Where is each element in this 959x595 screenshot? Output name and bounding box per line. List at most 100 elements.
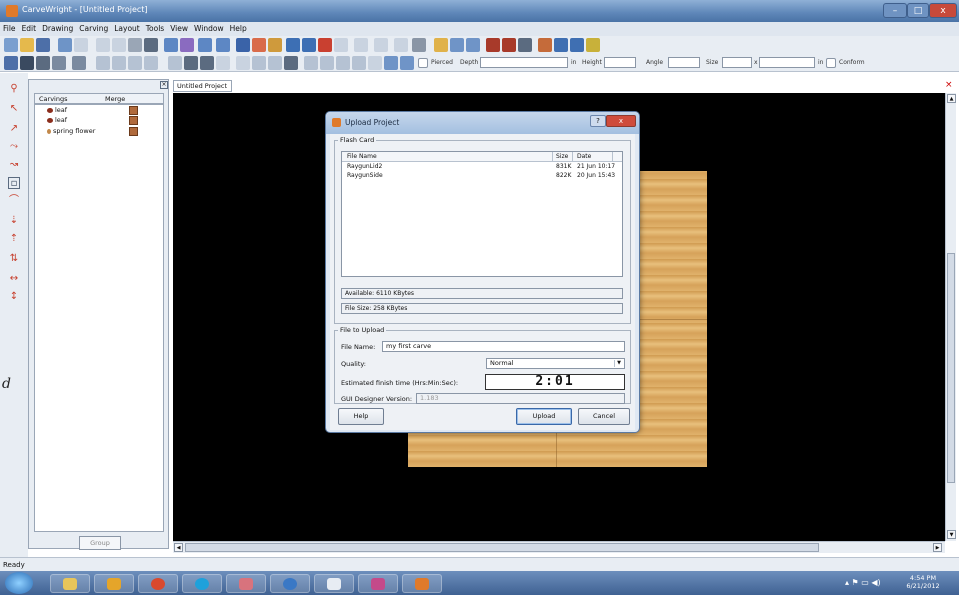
render-p-icon[interactable] — [486, 38, 500, 52]
delete-icon[interactable] — [144, 38, 158, 52]
zoom-icon[interactable] — [466, 38, 480, 52]
taskbar-app[interactable] — [314, 574, 354, 593]
scroll-left-icon[interactable]: ◀ — [174, 543, 183, 552]
box-select-icon[interactable]: ▫ — [8, 177, 20, 189]
document-close-icon[interactable]: × — [945, 80, 955, 90]
line-tool-icon[interactable]: ⇣ — [8, 215, 20, 227]
save-icon[interactable] — [36, 38, 50, 52]
tool-l-icon[interactable] — [284, 56, 298, 70]
material-swatch-icon[interactable] — [129, 106, 138, 115]
taskbar-media[interactable] — [270, 574, 310, 593]
depth-input[interactable] — [480, 57, 568, 68]
tree-item[interactable]: leaf — [47, 106, 138, 116]
menu-view[interactable]: View — [167, 22, 191, 36]
menu-layout[interactable]: Layout — [111, 22, 143, 36]
flash-file-list[interactable]: File Name Size Date RaygunLid2 831K 21 J… — [341, 151, 623, 277]
board-icon[interactable] — [4, 56, 18, 70]
copy-icon[interactable] — [112, 38, 126, 52]
taskbar-paint[interactable] — [226, 574, 266, 593]
maximize-button[interactable]: □ — [907, 3, 929, 18]
vertical-scrollbar[interactable]: ▲ ▼ — [945, 93, 956, 541]
tool-r-icon[interactable] — [384, 56, 398, 70]
pierced-checkbox[interactable] — [418, 58, 428, 68]
open-icon[interactable] — [20, 38, 34, 52]
system-tray[interactable]: ▴ ⚑ ▭ ◀) — [845, 578, 881, 587]
tool-j-icon[interactable] — [252, 56, 266, 70]
menu-help[interactable]: Help — [227, 22, 250, 36]
ruler-icon[interactable]: ↕ — [8, 291, 20, 303]
view-3d-icon[interactable] — [538, 38, 552, 52]
document-tab[interactable]: Untitled Project — [173, 80, 232, 92]
tool-h-icon[interactable] — [216, 56, 230, 70]
node-select-icon[interactable]: ↖ — [8, 103, 20, 115]
col-carvings[interactable]: Carvings — [39, 95, 67, 103]
menu-carving[interactable]: Carving — [76, 22, 111, 36]
router-icon[interactable] — [302, 38, 316, 52]
menu-tools[interactable]: Tools — [143, 22, 167, 36]
start-button[interactable] — [5, 572, 33, 594]
brush-icon[interactable] — [52, 56, 66, 70]
col-file-name[interactable]: File Name — [347, 153, 377, 160]
engrave-icon[interactable] — [318, 38, 332, 52]
render-r-icon[interactable] — [502, 38, 516, 52]
angle-input[interactable] — [668, 57, 700, 68]
horizontal-scroll-thumb[interactable] — [185, 543, 819, 552]
cancel-button[interactable]: Cancel — [578, 408, 630, 425]
draw-icon[interactable] — [374, 38, 388, 52]
col-size[interactable]: Size — [556, 153, 568, 160]
taskbar-chrome[interactable] — [138, 574, 178, 593]
extend-icon[interactable]: ⇡ — [8, 233, 20, 245]
taskbar-explorer[interactable] — [50, 574, 90, 593]
bit-icon[interactable] — [286, 38, 300, 52]
height-input[interactable] — [604, 57, 636, 68]
taskbar-carvewright[interactable] — [402, 574, 442, 593]
tool-n-icon[interactable] — [320, 56, 334, 70]
bezier-icon[interactable]: ↝ — [8, 159, 20, 171]
tool-m-icon[interactable] — [304, 56, 318, 70]
material-swatch-icon[interactable] — [129, 116, 138, 125]
paste-icon[interactable] — [128, 38, 142, 52]
conform-checkbox[interactable] — [826, 58, 836, 68]
fill-icon[interactable] — [434, 38, 448, 52]
pointer-icon[interactable] — [180, 38, 194, 52]
mouse-icon[interactable]: ⚲ — [8, 83, 20, 95]
col-date[interactable]: Date — [577, 153, 591, 160]
menu-edit[interactable]: Edit — [19, 22, 40, 36]
help-button[interactable]: Help — [338, 408, 384, 425]
rectangle-icon[interactable] — [198, 38, 212, 52]
material-icon[interactable] — [586, 38, 600, 52]
pattern-lib-icon[interactable] — [36, 56, 50, 70]
scroll-down-icon[interactable]: ▼ — [947, 530, 956, 539]
curve-icon[interactable]: ⤳ — [8, 141, 20, 153]
texture-icon[interactable] — [518, 38, 532, 52]
select-icon[interactable] — [164, 38, 178, 52]
zoom-fit-icon[interactable] — [450, 38, 464, 52]
close-button[interactable]: x — [929, 3, 957, 18]
layout-icon[interactable] — [570, 38, 584, 52]
tool-a-icon[interactable] — [96, 56, 110, 70]
pen-icon[interactable] — [394, 38, 408, 52]
new-icon[interactable] — [4, 38, 18, 52]
chevron-down-icon[interactable]: ▼ — [614, 360, 623, 367]
panel-close-icon[interactable]: × — [160, 81, 168, 89]
scroll-right-icon[interactable]: ▶ — [933, 543, 942, 552]
col-merge[interactable]: Merge — [105, 95, 125, 103]
menu-window[interactable]: Window — [191, 22, 227, 36]
size-width-input[interactable] — [722, 57, 752, 68]
cut-icon[interactable] — [96, 38, 110, 52]
star-icon[interactable] — [252, 38, 266, 52]
size-height-input[interactable] — [759, 57, 815, 68]
shape-icon[interactable] — [334, 38, 348, 52]
grid-icon[interactable] — [554, 38, 568, 52]
measure-icon[interactable]: ↔ — [8, 273, 20, 285]
vertical-scroll-thumb[interactable] — [947, 253, 955, 483]
arc-icon[interactable]: ⌒ — [8, 195, 20, 207]
align-icon[interactable] — [354, 38, 368, 52]
ellipse-icon[interactable] — [216, 38, 230, 52]
minimize-button[interactable]: – — [883, 3, 907, 18]
tool-e-icon[interactable] — [168, 56, 182, 70]
pattern-icon[interactable] — [268, 38, 282, 52]
bits-icon[interactable] — [20, 56, 34, 70]
split-icon[interactable]: ⇅ — [8, 253, 20, 265]
clock[interactable]: 4:54 PM 6/21/2012 — [898, 574, 948, 590]
